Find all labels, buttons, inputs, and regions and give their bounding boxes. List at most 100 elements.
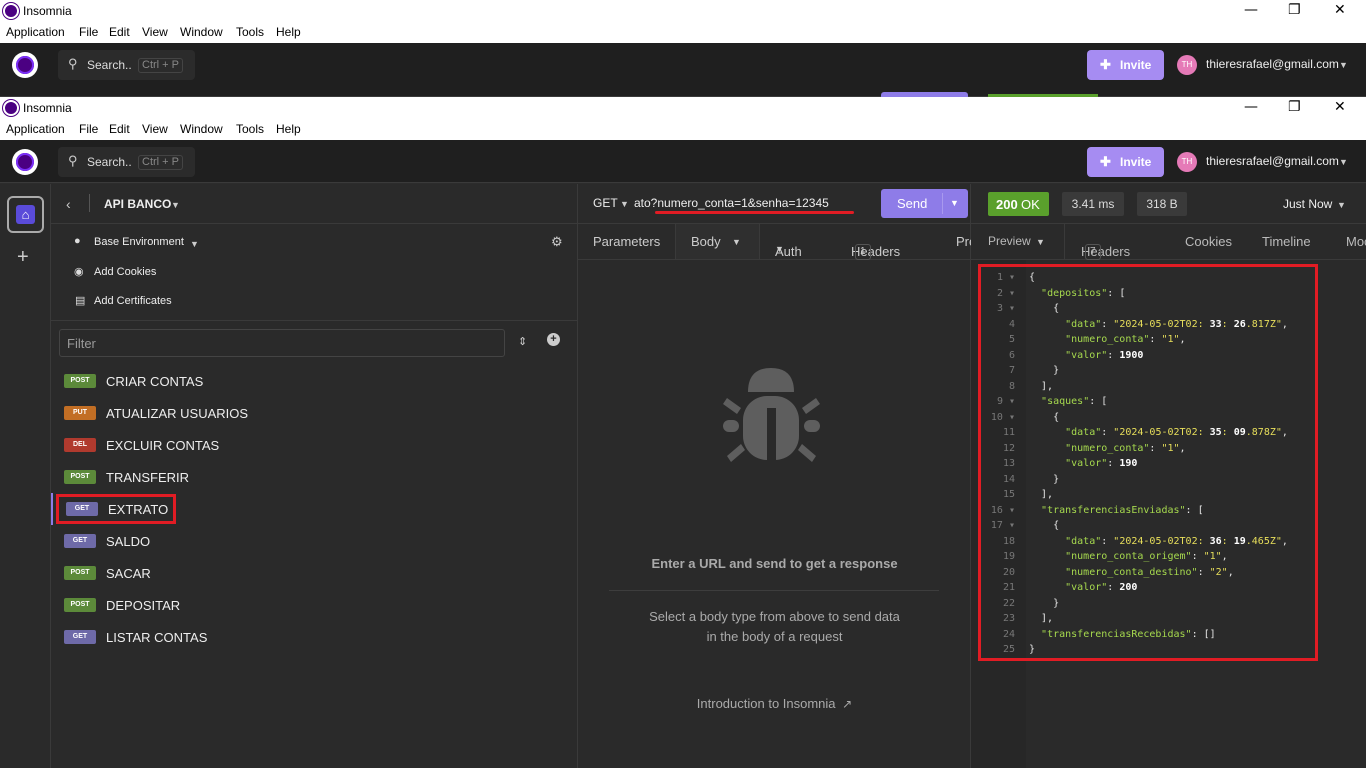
method-badge: PUT: [64, 406, 96, 420]
insomnia-logo-icon: [3, 3, 19, 19]
chevron-down-icon[interactable]: ▼: [950, 198, 959, 208]
divider: [942, 193, 943, 214]
close-button[interactable]: ✕: [1334, 99, 1346, 115]
add-icon[interactable]: +: [17, 246, 29, 269]
left-rail: ⌂ +: [0, 184, 51, 768]
tab-parameters[interactable]: Parameters: [593, 234, 660, 249]
menu-application[interactable]: Application: [6, 122, 65, 136]
request-item[interactable]: POST TRANSFERIR: [51, 461, 578, 493]
method-badge: POST: [64, 598, 96, 612]
avatar[interactable]: TH: [1177, 152, 1197, 172]
chevron-down-icon: ▼: [190, 239, 199, 249]
search-button[interactable]: ⚲ Search.. Ctrl + P: [58, 147, 195, 177]
user-email[interactable]: thieresrafael@gmail.com: [1206, 57, 1339, 71]
menu-tools[interactable]: Tools: [236, 25, 264, 39]
search-icon: ⚲: [68, 56, 78, 71]
insomnia-logo-icon[interactable]: [12, 149, 38, 175]
search-icon: ⚲: [68, 153, 78, 168]
request-item[interactable]: POST CRIAR CONTAS: [51, 365, 578, 397]
send-label: Send: [897, 196, 928, 211]
response-time: 3.41 ms: [1062, 192, 1124, 216]
method-selector[interactable]: GET: [593, 196, 618, 210]
bg-topbar: ⚲ Search.. Ctrl + P ✚ Invite TH thieresr…: [0, 43, 1366, 97]
minimize-button[interactable]: —: [1244, 2, 1258, 18]
filter-input[interactable]: Filter: [59, 329, 505, 357]
tab-mock[interactable]: Moc: [1346, 234, 1366, 249]
home-button[interactable]: ⌂: [7, 196, 44, 233]
close-button[interactable]: ✕: [1334, 2, 1346, 18]
menu-edit[interactable]: Edit: [109, 25, 130, 39]
bg-invite-button[interactable]: ✚ Invite: [1087, 50, 1164, 80]
request-item[interactable]: PUT ATUALIZAR USUARIOS: [51, 397, 578, 429]
bg-window-titlebar: Insomnia — ❐ ✕: [0, 0, 1366, 22]
request-item[interactable]: POST DEPOSITAR: [51, 589, 578, 621]
response-status-bar: 200 OK 3.41 ms 318 B Just Now ▼: [971, 184, 1366, 224]
request-item[interactable]: GET SALDO: [51, 525, 578, 557]
tab-cookies[interactable]: Cookies: [1185, 234, 1232, 249]
response-tabs: Preview ▼ Headers7 Cookies Timeline Moc: [971, 224, 1366, 260]
headers-count-badge: 1: [855, 244, 871, 260]
user-email[interactable]: thieresrafael@gmail.com: [1206, 154, 1339, 168]
project-name[interactable]: API BANCO: [104, 197, 171, 211]
method-badge: DEL: [64, 438, 96, 452]
menu-view[interactable]: View: [142, 122, 168, 136]
bg-window-title: Insomnia: [23, 4, 72, 18]
chevron-down-icon[interactable]: ▼: [620, 199, 629, 209]
tab-timeline[interactable]: Timeline: [1262, 234, 1311, 249]
menu-tools[interactable]: Tools: [236, 122, 264, 136]
add-certificates-button[interactable]: ▤ Add Certificates: [51, 291, 578, 321]
response-size: 318 B: [1137, 192, 1187, 216]
request-item[interactable]: DEL EXCLUIR CONTAS: [51, 429, 578, 461]
sort-icon[interactable]: ⇕: [518, 335, 527, 348]
add-request-icon[interactable]: +: [547, 333, 560, 346]
chevron-down-icon[interactable]: ▼: [1339, 60, 1348, 70]
request-item[interactable]: GET LISTAR CONTAS: [51, 621, 578, 653]
environment-selector[interactable]: ● Base Environment ▼ ⚙: [51, 232, 578, 256]
status-text: OK: [1021, 197, 1040, 212]
request-name: ATUALIZAR USUARIOS: [106, 406, 249, 421]
gear-icon[interactable]: ⚙: [551, 234, 563, 250]
request-item[interactable]: POST SACAR: [51, 557, 578, 589]
menubar: Application File Edit View Window Tools …: [0, 119, 1366, 140]
maximize-button[interactable]: ❐: [1288, 2, 1301, 18]
empty-state-desc-1: Select a body type from above to send da…: [649, 609, 900, 624]
menu-help[interactable]: Help: [276, 122, 301, 136]
add-cookies-button[interactable]: ◉ Add Cookies: [51, 262, 578, 286]
menu-window[interactable]: Window: [180, 25, 223, 39]
request-tabs: Parameters Body ▼ Auth ▼ Headers 1 Pre: [578, 224, 976, 260]
history-selector[interactable]: Just Now: [1283, 197, 1332, 211]
intro-link[interactable]: Introduction to Insomnia ↗: [578, 696, 971, 711]
tab-body[interactable]: Body ▼: [675, 224, 760, 259]
maximize-button[interactable]: ❐: [1288, 99, 1301, 115]
url-input[interactable]: ato?numero_conta=1&senha=12345: [634, 196, 829, 210]
chevron-down-icon: ▼: [732, 237, 741, 247]
menu-window[interactable]: Window: [180, 122, 223, 136]
status-badge: 200 OK: [988, 192, 1049, 216]
avatar[interactable]: TH: [1177, 55, 1197, 75]
window-title: Insomnia: [23, 101, 72, 115]
bg-search-button[interactable]: ⚲ Search.. Ctrl + P: [58, 50, 195, 80]
chevron-down-icon[interactable]: ▼: [1339, 157, 1348, 167]
menu-file[interactable]: File: [79, 122, 98, 136]
tab-body-label: Body: [691, 234, 721, 249]
invite-button[interactable]: ✚ Invite: [1087, 147, 1164, 177]
menu-file[interactable]: File: [79, 25, 98, 39]
divider: [609, 590, 939, 591]
menu-help[interactable]: Help: [276, 25, 301, 39]
chevron-down-icon[interactable]: ▼: [171, 200, 180, 210]
chevron-down-icon[interactable]: ▼: [1337, 200, 1346, 210]
back-chevron-icon[interactable]: ‹: [66, 196, 71, 212]
tab-preview-label: Preview: [988, 234, 1031, 248]
headers-count-badge: 7: [1085, 244, 1101, 260]
send-button[interactable]: Send ▼: [881, 189, 968, 218]
tab-preview[interactable]: Preview ▼: [971, 224, 1065, 259]
menu-edit[interactable]: Edit: [109, 122, 130, 136]
window-titlebar: Insomnia — ❐ ✕: [0, 97, 1366, 119]
minimize-button[interactable]: —: [1244, 99, 1258, 115]
globe-icon: ●: [74, 235, 81, 247]
request-name: EXCLUIR CONTAS: [106, 438, 220, 453]
menu-application[interactable]: Application: [6, 25, 65, 39]
add-cookies-label: Add Cookies: [94, 266, 157, 278]
insomnia-logo-icon: [3, 100, 19, 116]
menu-view[interactable]: View: [142, 25, 168, 39]
